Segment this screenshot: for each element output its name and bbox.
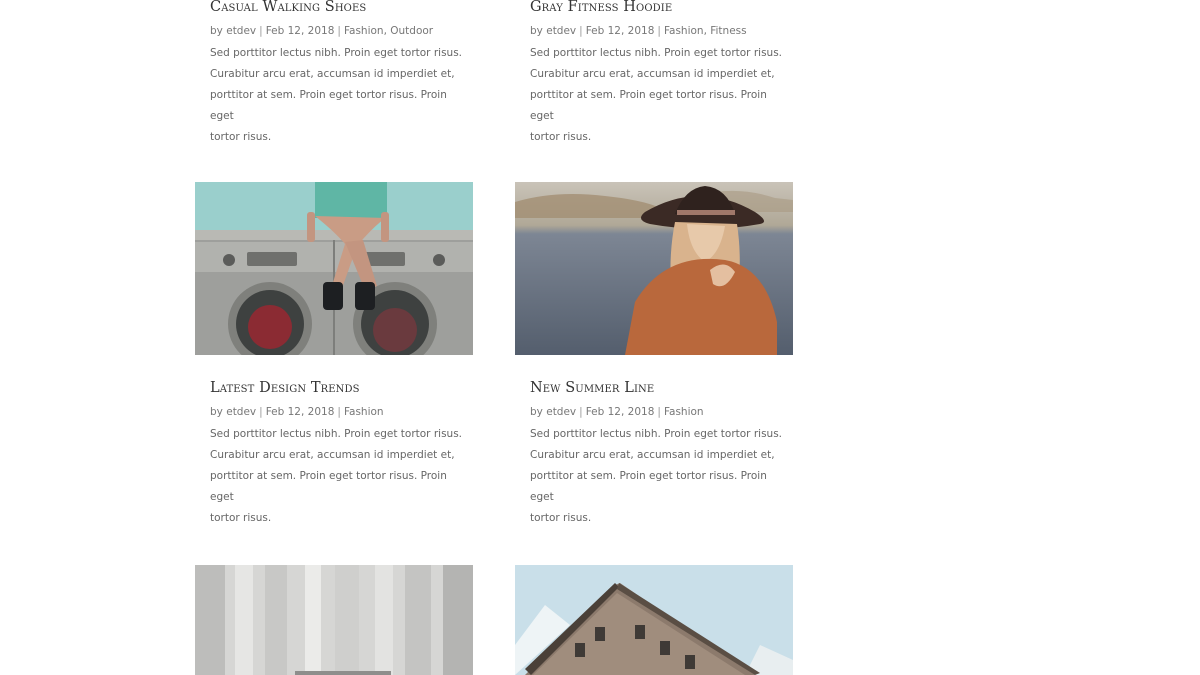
post-meta-by: by (530, 406, 543, 418)
post-categories-link[interactable]: Fashion, Outdoor (344, 25, 433, 37)
post-title-link[interactable]: Gray Fitness Hoodie (530, 0, 778, 16)
excerpt-line: Sed porttitor lectus nibh. Proin eget to… (210, 47, 463, 59)
post-excerpt: Sed porttitor lectus nibh. Proin eget to… (210, 424, 472, 529)
excerpt-line: tortor risus. (530, 512, 592, 524)
meta-separator: | (657, 25, 661, 37)
excerpt-line: porttitor at sem. Proin eget tortor risu… (210, 89, 447, 122)
meta-separator: | (259, 25, 263, 37)
meta-separator: | (657, 406, 661, 418)
excerpt-line: Curabitur arcu erat, accumsan id imperdi… (530, 449, 775, 461)
excerpt-line: Sed porttitor lectus nibh. Proin eget to… (530, 428, 783, 440)
meta-separator: | (579, 25, 583, 37)
post-author-link[interactable]: etdev (546, 406, 576, 418)
post-meta: by etdev | Feb 12, 2018 | Fashion (210, 405, 458, 419)
post-date: Feb 12, 2018 (265, 25, 335, 37)
excerpt-line: porttitor at sem. Proin eget tortor risu… (530, 470, 767, 503)
post-excerpt: Sed porttitor lectus nibh. Proin eget to… (530, 424, 792, 529)
meta-separator: | (259, 406, 263, 418)
post-title-link[interactable]: Latest Design Trends (210, 379, 458, 397)
blog-post-partial-right (515, 565, 793, 675)
blog-post-latest-design-trends: Latest Design Trends by etdev | Feb 12, 20… (195, 182, 473, 529)
post-categories-link[interactable]: Fashion (664, 406, 704, 418)
excerpt-line: Curabitur arcu erat, accumsan id imperdi… (210, 68, 455, 80)
blog-post-gray-fitness-hoodie: Gray Fitness Hoodie by etdev | Feb 12, 201… (515, 0, 793, 148)
excerpt-line: tortor risus. (530, 131, 592, 143)
post-categories-link[interactable]: Fashion (344, 406, 384, 418)
excerpt-line: porttitor at sem. Proin eget tortor risu… (210, 470, 447, 503)
post-featured-image[interactable] (515, 182, 793, 355)
post-title-link[interactable]: Casual Walking Shoes (210, 0, 458, 16)
post-meta-by: by (210, 25, 223, 37)
excerpt-line: tortor risus. (210, 131, 272, 143)
post-featured-image[interactable] (515, 565, 793, 675)
excerpt-line: Sed porttitor lectus nibh. Proin eget to… (530, 47, 783, 59)
blog-post-casual-walking-shoes: Casual Walking Shoes by etdev | Feb 12, 20… (195, 0, 473, 148)
laundromat-image (195, 182, 473, 355)
post-author-link[interactable]: etdev (226, 25, 256, 37)
post-author-link[interactable]: etdev (546, 25, 576, 37)
curtains-image (195, 565, 473, 675)
post-featured-image[interactable] (195, 565, 473, 675)
meta-separator: | (337, 25, 341, 37)
post-date: Feb 12, 2018 (585, 25, 655, 37)
post-date: Feb 12, 2018 (585, 406, 655, 418)
post-meta: by etdev | Feb 12, 2018 | Fashion, Fitness (530, 24, 778, 38)
woman-in-hat-image (515, 182, 793, 355)
post-author-link[interactable]: etdev (226, 406, 256, 418)
post-title-link[interactable]: New Summer Line (530, 379, 778, 397)
excerpt-line: Curabitur arcu erat, accumsan id imperdi… (530, 68, 775, 80)
post-excerpt: Sed porttitor lectus nibh. Proin eget to… (530, 43, 792, 148)
excerpt-line: Sed porttitor lectus nibh. Proin eget to… (210, 428, 463, 440)
post-meta: by etdev | Feb 12, 2018 | Fashion (530, 405, 778, 419)
post-featured-image[interactable] (195, 182, 473, 355)
meta-separator: | (337, 406, 341, 418)
blog-post-partial-left (195, 565, 473, 675)
post-excerpt: Sed porttitor lectus nibh. Proin eget to… (210, 43, 472, 148)
blog-post-new-summer-line: New Summer Line by etdev | Feb 12, 2018 | Fa… (515, 182, 793, 529)
excerpt-line: porttitor at sem. Proin eget tortor risu… (530, 89, 767, 122)
post-meta-by: by (210, 406, 223, 418)
post-meta-by: by (530, 25, 543, 37)
post-categories-link[interactable]: Fashion, Fitness (664, 25, 747, 37)
excerpt-line: tortor risus. (210, 512, 272, 524)
post-meta: by etdev | Feb 12, 2018 | Fashion, Outdoor (210, 24, 458, 38)
meta-separator: | (579, 406, 583, 418)
excerpt-line: Curabitur arcu erat, accumsan id imperdi… (210, 449, 455, 461)
post-date: Feb 12, 2018 (265, 406, 335, 418)
building-image (515, 565, 793, 675)
